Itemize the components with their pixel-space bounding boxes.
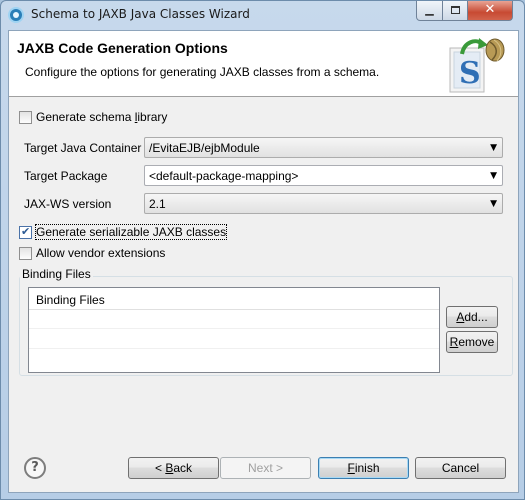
table-row[interactable] xyxy=(29,348,439,349)
generate-serializable-checkbox[interactable] xyxy=(19,225,32,239)
close-icon: ✕ xyxy=(484,2,496,17)
target-package-label: Target Package xyxy=(24,169,108,183)
generate-schema-library-label: Generate schema library xyxy=(36,110,168,124)
chevron-down-icon: ▼ xyxy=(490,199,497,209)
close-button[interactable]: ✕ xyxy=(467,1,513,21)
next-button[interactable]: Next > xyxy=(220,457,311,479)
jaxws-version-label: JAX-WS version xyxy=(24,197,112,211)
cancel-button[interactable]: Cancel xyxy=(415,457,506,479)
target-package-combo[interactable]: <default-package-mapping> ▼ xyxy=(144,165,503,186)
generate-schema-library-option[interactable]: Generate schema library xyxy=(19,110,179,126)
allow-vendor-extensions-label: Allow vendor extensions xyxy=(36,246,166,260)
target-container-label: Target Java Container xyxy=(24,141,142,155)
wizard-java-class-icon: S xyxy=(449,38,505,93)
binding-files-column-header[interactable]: Binding Files xyxy=(29,288,439,310)
jaxws-version-value: 2.1 xyxy=(149,197,166,211)
title-bar[interactable]: Schema to JAXB Java Classes Wizard ▁ ✕ xyxy=(1,1,524,29)
remove-binding-button[interactable]: Remove xyxy=(446,331,498,353)
allow-vendor-extensions-option[interactable]: Allow vendor extensions xyxy=(19,246,174,262)
svg-text:S: S xyxy=(459,56,481,91)
window-title: Schema to JAXB Java Classes Wizard xyxy=(31,7,250,21)
chevron-down-icon: ▼ xyxy=(490,143,497,153)
wizard-client-area: JAXB Code Generation Options Configure t… xyxy=(8,30,519,493)
binding-files-table[interactable]: Binding Files xyxy=(28,287,440,373)
target-package-value: <default-package-mapping> xyxy=(149,169,299,183)
target-container-select[interactable]: /EvitaEJB/ejbModule ▼ xyxy=(144,137,503,158)
jaxws-version-select[interactable]: 2.1 ▼ xyxy=(144,193,503,214)
allow-vendor-extensions-checkbox[interactable] xyxy=(19,247,32,260)
wizard-window: Schema to JAXB Java Classes Wizard ▁ ✕ J… xyxy=(0,0,525,500)
target-container-value: /EvitaEJB/ejbModule xyxy=(149,141,260,155)
wizard-banner: JAXB Code Generation Options Configure t… xyxy=(9,31,518,97)
add-binding-button[interactable]: Add... xyxy=(446,306,498,328)
table-row[interactable] xyxy=(29,328,439,329)
generate-schema-library-checkbox[interactable] xyxy=(19,111,32,124)
page-description: Configure the options for generating JAX… xyxy=(25,65,380,79)
maximize-icon xyxy=(450,6,460,14)
help-icon[interactable]: ? xyxy=(24,457,46,479)
eclipse-app-icon xyxy=(8,7,24,23)
minimize-button[interactable]: ▁ xyxy=(416,1,443,21)
page-title: JAXB Code Generation Options xyxy=(17,40,228,56)
generate-serializable-option[interactable]: Generate serializable JAXB classes xyxy=(19,224,228,241)
chevron-down-icon[interactable]: ▼ xyxy=(490,171,497,181)
binding-files-group-title: Binding Files xyxy=(20,267,93,281)
maximize-button[interactable] xyxy=(442,1,468,21)
minimize-icon: ▁ xyxy=(425,3,434,16)
back-button[interactable]: < Back xyxy=(128,457,219,479)
generate-serializable-label: Generate serializable JAXB classes xyxy=(34,224,228,240)
finish-button[interactable]: Finish xyxy=(318,457,409,479)
